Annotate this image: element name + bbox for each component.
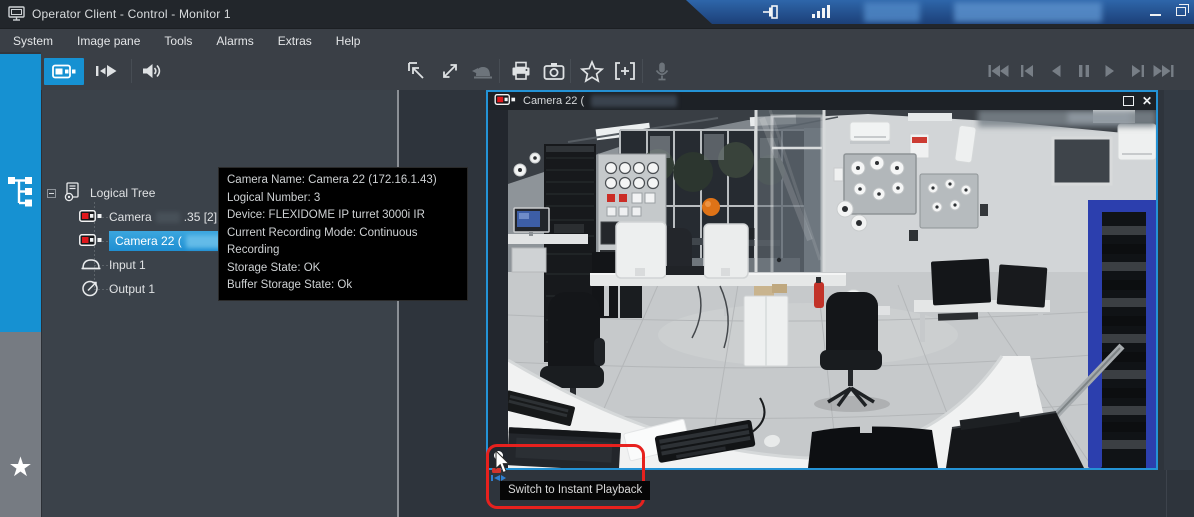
microphone-icon [648,57,676,85]
tree-root-logical-tree[interactable]: Logical Tree [47,181,156,205]
app-monitor-icon [8,6,26,27]
logical-tree-root-icon [63,181,83,205]
camera-icon [79,209,102,225]
snapshot-button[interactable] [540,57,568,85]
print-button[interactable] [507,57,535,85]
pane-close-button[interactable]: ✕ [1142,95,1152,107]
tooltip-line: Buffer Storage State: Ok [227,279,353,291]
tooltip-line: Storage State: OK [227,261,321,274]
tooltip-line: Device: FLEXIDOME IP turret 3000i IR [227,209,425,221]
menu-extras[interactable]: Extras [273,31,317,51]
titlebar-status-strip [686,0,1194,24]
step-forward-icon [1124,57,1152,85]
alarm-sequence-icon [468,57,496,85]
instant-replay-button[interactable] [92,57,120,85]
menu-system[interactable]: System [8,31,58,51]
add-bookmark-button[interactable] [611,57,639,85]
jump-to-start-icon [984,57,1012,85]
camera-icon [79,233,102,249]
tooltip-line: Logical Number: 3 [227,191,321,204]
play-backward-icon [1042,57,1070,85]
camera-icon [494,92,516,110]
favorite-star-button[interactable] [578,57,606,85]
window-title: Operator Client - Control - Monitor 1 [32,7,231,21]
pause-icon [1070,57,1098,85]
tooltip-line: Current Recording Mode: Continuous Recor… [227,226,418,257]
operator-client-window: Operator Client - Control - Monitor 1 Sy… [0,0,1194,517]
jump-to-end-icon [1150,57,1178,85]
pane-grid-divider [1166,470,1167,517]
tree-item-camera-35[interactable]: Camera .35 [2] [79,206,217,228]
redacted-chip [155,211,180,223]
camera-video-frame [508,110,1156,468]
sidebar-tab-logical-tree[interactable] [0,54,41,332]
play-icon [1096,57,1124,85]
step-backward-icon [1013,57,1041,85]
input-icon [80,257,102,274]
menu-image-pane[interactable]: Image pane [72,31,145,51]
restore-layout-button[interactable] [403,57,431,85]
instant-playback-tooltip: Switch to Instant Playback [500,481,651,500]
connection-signal-icon [812,5,830,18]
camera-image-pane[interactable]: Camera 22 ( ✕ [486,90,1158,481]
collapse-expander-icon[interactable] [47,188,56,198]
tree-root-label: Logical Tree [90,186,156,200]
menubar: System Image pane Tools Alarms Extras He… [0,28,1194,52]
pin-icon[interactable] [762,5,780,24]
camera-video[interactable] [488,110,1156,481]
menu-alarms[interactable]: Alarms [211,31,258,51]
pane-maximize-button[interactable] [1122,96,1134,106]
video-letterbox [488,110,508,468]
logical-tree-panel: Logical Tree Camera .35 [2] Camera 22 ( [41,90,397,517]
toolbar [0,52,1194,128]
tree-item-label: Output 1 [109,282,156,296]
image-pane-view-button[interactable] [44,58,84,85]
output-icon [80,279,102,300]
menu-tools[interactable]: Tools [159,31,197,51]
tree-item-output-1[interactable]: Output 1 [80,278,155,300]
tree-item-label: Camera .35 [2] [109,210,218,224]
tooltip-line: Camera Name: Camera 22 (172.16.1.43) [227,174,437,186]
minimize-button[interactable] [1142,0,1168,22]
workspace-band [1164,90,1194,470]
sidebar-tab-favorites[interactable]: ★ [0,332,41,517]
tree-item-label: Input 1 [109,258,146,272]
redacted-chip [591,95,678,107]
restore-button[interactable] [1168,0,1194,22]
redacted-chip [864,2,920,22]
redacted-chip [954,2,1102,22]
maximize-pane-button[interactable] [436,57,464,85]
mouse-cursor [495,449,512,479]
image-pane-header[interactable]: Camera 22 ( ✕ [488,92,1156,110]
titlebar: Operator Client - Control - Monitor 1 [0,0,1194,28]
pane-title: Camera 22 ( [523,95,585,107]
camera-info-tooltip: Camera Name: Camera 22 (172.16.1.43) Log… [218,167,468,301]
audio-toggle-button[interactable] [138,57,166,85]
sidebar: ★ [0,52,41,517]
menu-help[interactable]: Help [331,31,366,51]
tree-icon [7,175,35,212]
tree-item-input-1[interactable]: Input 1 [80,254,146,276]
star-icon: ★ [8,452,33,482]
